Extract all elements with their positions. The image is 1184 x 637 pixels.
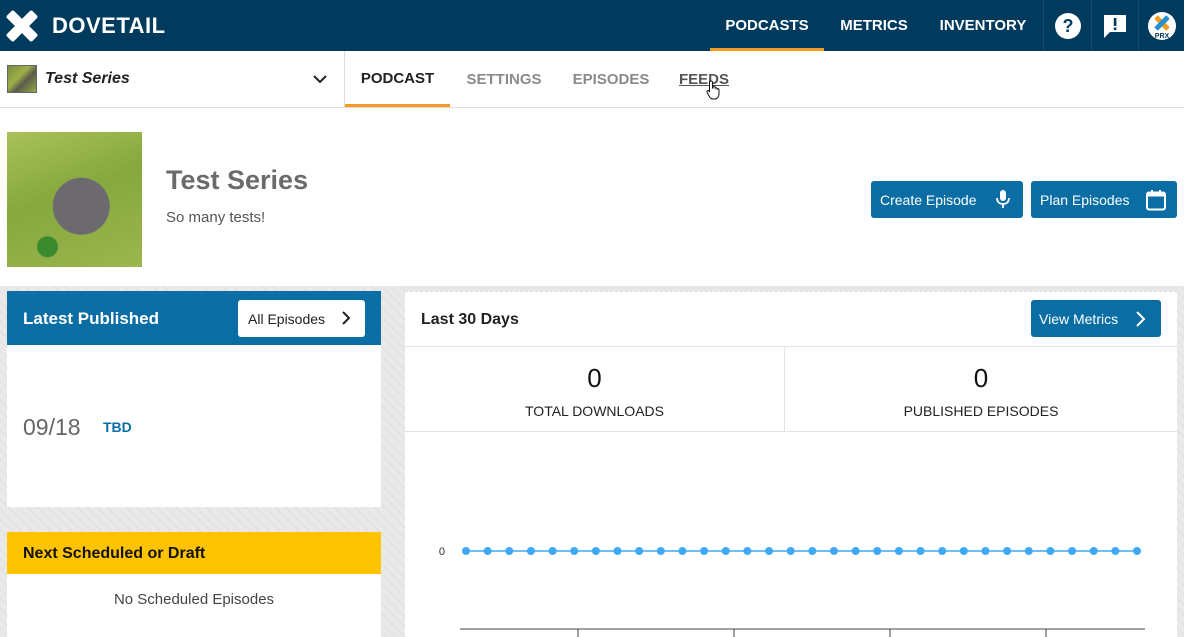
view-metrics-button[interactable]: View Metrics [1031,300,1161,337]
total-downloads-value: 0 [587,363,602,393]
y-tick-label: 0 [439,546,445,558]
background-pattern-right [1177,286,1184,637]
view-metrics-label: View Metrics [1039,310,1119,327]
podcast-tabs: PODCAST SETTINGS EPISODES FEEDS [345,51,744,107]
all-episodes-label: All Episodes [248,310,326,327]
feedback-button[interactable] [1091,0,1138,51]
metrics-stats: 0 TOTAL DOWNLOADS 0 PUBLISHED EPISODES [405,346,1177,432]
chevron-right-icon [342,311,351,325]
hand-cursor-icon [706,80,720,100]
help-button[interactable]: ? [1043,0,1091,51]
data-point[interactable] [678,547,687,555]
nav-podcasts[interactable]: PODCASTS [710,0,824,51]
latest-published-title: Latest Published [23,309,160,328]
data-point[interactable] [894,547,903,555]
episode-date: 09/18 [23,414,81,440]
data-point[interactable] [548,547,557,555]
create-episode-button[interactable]: Create Episode [871,181,1023,218]
data-point[interactable] [613,547,622,555]
top-navbar: DOVETAIL PODCASTS METRICS INVENTORY ? PR… [0,0,1184,51]
plan-episodes-button[interactable]: Plan Episodes [1031,181,1177,218]
plan-episodes-label: Plan Episodes [1040,191,1130,208]
published-episodes-label: PUBLISHED EPISODES [903,403,1059,419]
data-point[interactable] [1003,547,1012,555]
data-point[interactable] [851,547,860,555]
metrics-card: Last 30 Days View Metrics 0 TOTAL DOWNLO… [405,291,1177,637]
data-point[interactable] [656,547,665,555]
nav-inventory[interactable]: INVENTORY [924,0,1042,51]
prx-account-button[interactable]: PRX [1138,0,1184,51]
podcast-header: Test Series So many tests! Create Episod… [0,108,1184,286]
next-scheduled-header: Next Scheduled or Draft [7,532,381,574]
data-point[interactable] [1089,547,1098,555]
data-point[interactable] [743,547,752,555]
svg-text:?: ? [1062,16,1073,36]
next-scheduled-card: Next Scheduled or Draft No Scheduled Epi… [7,532,381,637]
tab-feeds[interactable]: FEEDS [664,51,744,107]
top-nav: PODCASTS METRICS INVENTORY [710,0,1042,51]
data-point[interactable] [959,547,968,555]
create-episode-label: Create Episode [880,191,977,208]
published-episodes-value: 0 [973,363,989,393]
data-point[interactable] [1046,547,1055,555]
data-point[interactable] [981,547,990,555]
tab-episodes[interactable]: EPISODES [558,51,664,107]
data-point[interactable] [721,547,730,555]
next-scheduled-title: Next Scheduled or Draft [23,545,206,562]
latest-published-header: Latest Published All Episodes [7,291,381,345]
data-point[interactable] [1068,547,1077,555]
microphone-icon [996,190,1010,208]
all-episodes-button[interactable]: All Episodes [238,300,365,337]
sub-navbar: Test Series PODCAST SETTINGS EPISODES FE… [0,51,1184,108]
data-point[interactable] [462,547,470,555]
published-episodes-stat: 0 PUBLISHED EPISODES [785,347,1177,431]
dovetail-logo[interactable]: DOVETAIL [0,0,166,51]
series-thumbnail [7,65,37,93]
podcast-image [7,132,142,267]
data-point[interactable] [700,547,709,555]
total-downloads-label: TOTAL DOWNLOADS [525,403,664,419]
data-point[interactable] [635,547,644,555]
data-point[interactable] [765,547,774,555]
metrics-title: Last 30 Days [421,311,519,328]
podcast-subtitle: So many tests! [166,209,266,226]
brand-name: DOVETAIL [52,12,166,38]
data-point[interactable] [505,547,514,555]
prx-account-icon: PRX [1147,11,1176,40]
data-point[interactable] [916,547,925,555]
data-point[interactable] [786,547,795,555]
data-point[interactable] [1024,547,1033,555]
data-point[interactable] [829,547,838,555]
data-point[interactable] [1133,547,1141,555]
data-point[interactable] [1111,547,1120,555]
podcast-title: Test Series [166,165,309,195]
help-icon: ? [1054,12,1081,39]
feedback-icon [1104,14,1126,38]
data-point[interactable] [808,547,817,555]
downloads-line-chart: 0 [439,546,1145,637]
data-point[interactable] [591,547,600,555]
series-name: Test Series [45,70,130,87]
tab-podcast[interactable]: PODCAST [345,51,450,107]
nav-metrics[interactable]: METRICS [824,0,924,51]
total-downloads-stat: 0 TOTAL DOWNLOADS [405,347,785,431]
latest-published-card: Latest Published All Episodes 09/18 TBD [7,291,381,507]
chevron-down-icon [313,75,327,84]
chevron-right-icon [1136,311,1146,327]
data-point[interactable] [938,547,947,555]
dovetail-x-icon [5,9,39,42]
episode-title-link[interactable]: TBD [103,419,132,435]
data-point[interactable] [873,547,882,555]
tab-settings[interactable]: SETTINGS [450,51,558,107]
top-icons: ? PRX [1043,0,1184,51]
data-point[interactable] [483,547,492,555]
calendar-icon [1146,190,1166,211]
no-scheduled-text: No Scheduled Episodes [113,591,275,608]
data-point[interactable] [526,547,535,555]
prx-label: PRX [1154,33,1169,40]
series-selector[interactable]: Test Series [0,51,345,107]
data-point[interactable] [570,547,579,555]
